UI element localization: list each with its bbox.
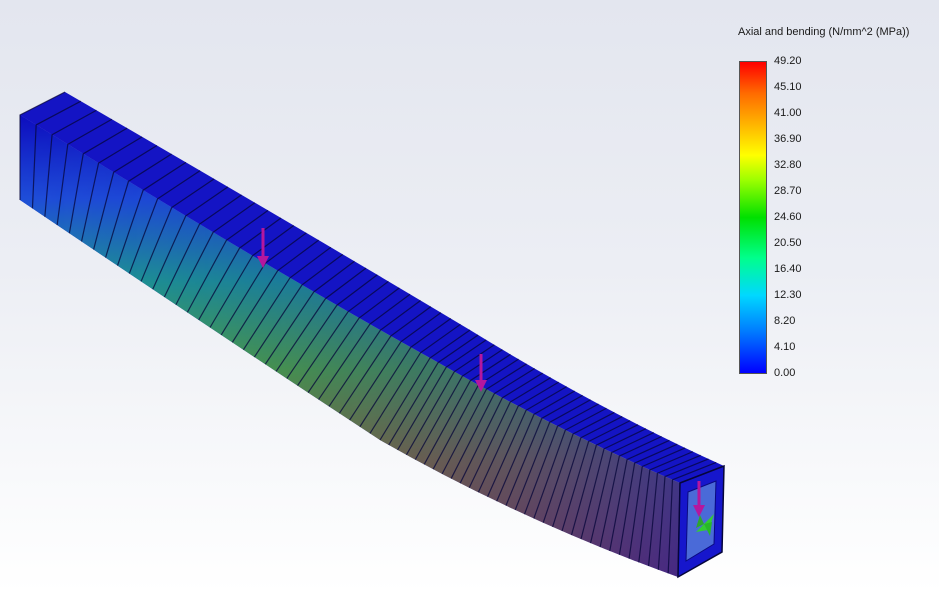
legend-tick-label: 16.40 (774, 263, 802, 275)
legend-tick-label: 49.20 (774, 55, 802, 67)
legend-title: Axial and bending (N/mm^2 (MPa)) (738, 26, 910, 38)
legend-tick-label: 28.70 (774, 185, 802, 197)
stress-legend: Axial and bending (N/mm^2 (MPa)) 49.20 4… (728, 18, 933, 388)
legend-tick-label: 45.10 (774, 81, 802, 93)
legend-tick-label: 41.00 (774, 107, 802, 119)
beam-stress-band (20, 115, 680, 577)
legend-tick-label: 4.10 (774, 341, 796, 353)
legend-tick-label: 8.20 (774, 315, 796, 327)
legend-tick-label: 36.90 (774, 133, 802, 145)
legend-tick-label: 32.80 (774, 159, 802, 171)
beam-model (19, 91, 725, 579)
legend-tick-label: 24.60 (774, 211, 802, 223)
legend-tick-label: 0.00 (774, 367, 796, 379)
legend-tick-label: 12.30 (774, 289, 802, 301)
color-scale-bar (739, 61, 767, 374)
legend-tick-label: 20.50 (774, 237, 802, 249)
